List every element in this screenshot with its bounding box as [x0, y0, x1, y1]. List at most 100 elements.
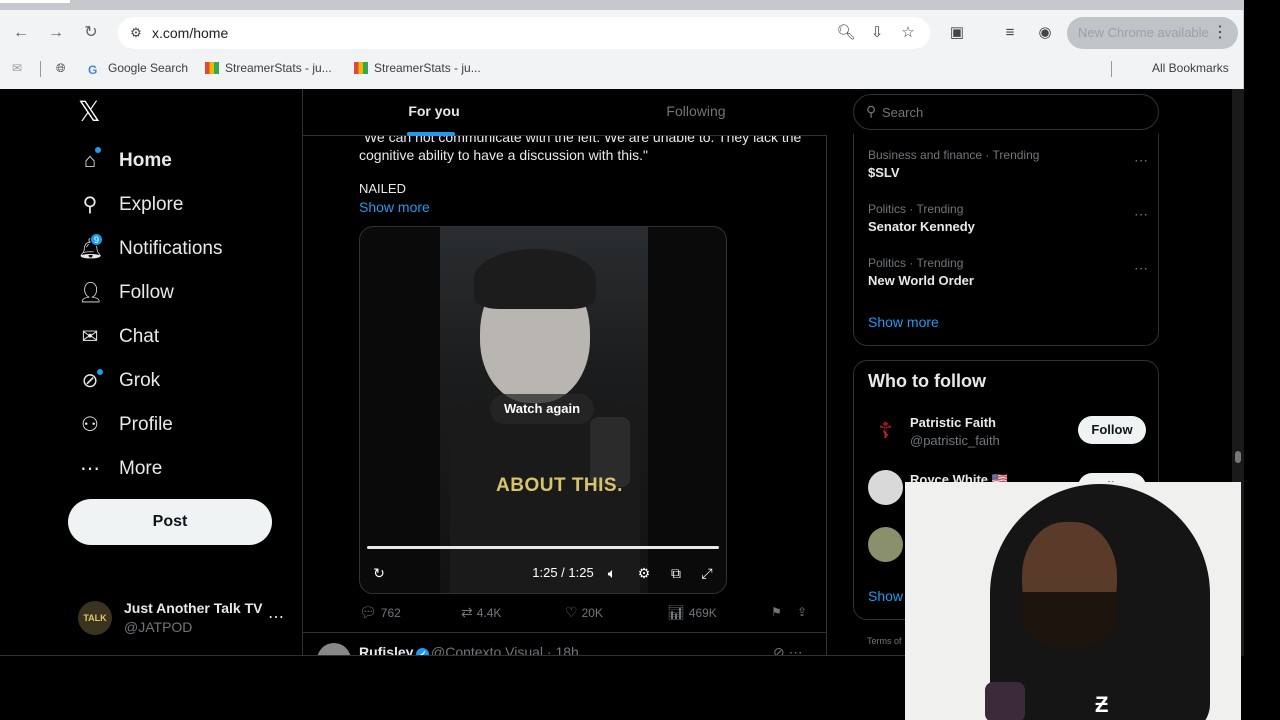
more-icon[interactable]: ⋯ [1134, 260, 1148, 277]
account-switcher[interactable]: TALK Just Another Talk TV @JATPOD ⋯ [78, 595, 288, 635]
fullscreen-icon[interactable]: ⤢ [697, 563, 717, 583]
avatar[interactable] [317, 643, 351, 655]
pip-icon[interactable]: ⧉ [666, 563, 686, 583]
trend-meta: Politics · Trending [868, 202, 964, 216]
repost-button[interactable]: ⇄ 4.4K [461, 601, 501, 623]
video-player[interactable]: ABOUT THIS. Watch again ↻ 1:25 / 1:25 🔈︎… [359, 226, 727, 594]
scrollbar-thumb[interactable] [1235, 451, 1241, 463]
update-chrome-button[interactable]: New Chrome available ⋮ [1067, 17, 1238, 49]
trend-item[interactable]: Politics · Trending New World Order ⋯ [868, 256, 1148, 296]
video-figure-hair [474, 249, 596, 309]
x-logo-icon[interactable]: 𝕏 [78, 98, 104, 126]
timeline: For you Following "We can not communicat… [302, 89, 827, 656]
nav-more[interactable]: ⋯ More [78, 454, 162, 484]
tab-indicator [407, 132, 455, 136]
search-input[interactable]: ⚲ Search [853, 94, 1159, 130]
tab-label: For you [408, 103, 460, 119]
apps-icon[interactable]: ✉ [12, 61, 22, 75]
trend-item[interactable]: Business and finance · Trending $SLV ⋯ [868, 148, 1148, 188]
author-name[interactable]: Rufisley ✓ [359, 644, 430, 656]
bookmark-google-search[interactable]: G Google Search [88, 61, 189, 77]
search-icon: ⚲ [82, 194, 98, 216]
video-progress-bar[interactable] [367, 546, 719, 549]
bookmark-star-icon[interactable]: ☆ [898, 23, 918, 43]
who-to-follow-show-more[interactable]: Show [868, 588, 903, 604]
url-text[interactable]: x.com/home [152, 25, 228, 41]
unread-dot [97, 369, 103, 375]
share-icon[interactable]: ⇪ [797, 601, 807, 623]
follow-button[interactable]: Follow [1078, 416, 1146, 444]
zoom-icon[interactable]: 🔍︎ [836, 23, 856, 43]
tab-for-you[interactable]: For you [303, 89, 565, 136]
nav-explore[interactable]: ⚲ Explore [78, 190, 184, 220]
globe-icon[interactable]: 🌐︎ [56, 61, 66, 76]
views-button[interactable]: 📊︎ 469K [667, 601, 717, 623]
settings-gear-icon[interactable]: ⚙ [634, 563, 654, 583]
nav-label: Follow [119, 282, 174, 303]
media-controls-icon[interactable]: ≡ [999, 22, 1021, 44]
like-button[interactable]: ♡ 20K [565, 601, 603, 623]
tab-following[interactable]: Following [565, 89, 827, 136]
chrome-menu-icon[interactable]: ⋮ [1212, 17, 1228, 49]
verified-badge-icon: ✓ [416, 648, 430, 655]
follow-suggestion[interactable]: ☦ Patristic Faith @patristic_faith Follo… [868, 413, 1148, 453]
trend-item[interactable]: Politics · Trending Senator Kennedy ⋯ [868, 202, 1148, 242]
nav-profile[interactable]: ⚇ Profile [78, 410, 173, 440]
update-label: New Chrome available [1078, 25, 1209, 40]
bookmark-streamerstats-1[interactable]: StreamerStats - ju... [205, 61, 332, 75]
tab-strip [0, 0, 1244, 10]
grok-icon[interactable]: ⊘ ⋯ [773, 644, 803, 655]
nav-grok[interactable]: ⊘ Grok [78, 366, 160, 396]
replay-icon[interactable]: ↻ [369, 563, 389, 583]
bookmark-streamerstats-2[interactable]: StreamerStats - ju... [354, 61, 481, 75]
trend-meta: Business and finance · Trending [868, 148, 1040, 162]
home-icon: ⌂ [78, 147, 102, 173]
views-count: 469K [688, 606, 717, 620]
active-tab[interactable] [0, 0, 70, 3]
more-icon[interactable]: ⋯ [789, 644, 803, 655]
show-more-link[interactable]: Show more [359, 199, 430, 215]
profile-avatar-icon[interactable]: ◉ [1034, 22, 1056, 44]
nav-notifications[interactable]: 🔔︎ 9 Notifications [78, 233, 223, 264]
tweet-text-line: NAILED [359, 181, 406, 196]
tab-search-icon[interactable]: ▣ [946, 22, 968, 44]
address-bar[interactable]: ⚙ x.com/home 🔍︎ ⇩ ☆ [118, 17, 930, 49]
back-button[interactable]: ← [10, 22, 32, 44]
author-handle: @Contexto Visual · 18h [431, 644, 579, 656]
forward-button[interactable]: → [45, 22, 67, 44]
nav-chat[interactable]: ✉ Chat [78, 322, 160, 352]
envelope-icon: ✉ [81, 326, 99, 348]
terms-link[interactable]: Terms of [867, 636, 902, 646]
author-name-text: Rufisley [359, 644, 414, 656]
bookmark-label: Google Search [108, 61, 189, 75]
post-button[interactable]: Post [68, 499, 272, 545]
webcam-person-beard [1022, 592, 1117, 648]
account-more-icon[interactable]: ⋯ [268, 607, 284, 627]
more-icon[interactable]: ⋯ [1134, 206, 1148, 223]
trends-show-more[interactable]: Show more [868, 314, 939, 330]
webcam-microphone [985, 682, 1025, 720]
bookmark-label: StreamerStats - ju... [225, 61, 332, 75]
who-to-follow-title: Who to follow [868, 371, 986, 391]
reload-button[interactable]: ↻ [80, 22, 102, 44]
trend-title: New World Order [868, 273, 974, 288]
video-time: 1:25 / 1:25 [532, 565, 594, 580]
unread-dot [95, 147, 101, 153]
views-bar-icon: 📊︎ [667, 604, 685, 620]
site-settings-icon[interactable]: ⚙ [126, 23, 146, 43]
install-app-icon[interactable]: ⇩ [867, 23, 887, 43]
search-placeholder: Search [882, 105, 924, 120]
next-tweet[interactable]: Rufisley ✓ @Contexto Visual · 18h ⊘ ⋯ [303, 632, 827, 656]
search-icon: ⚲ [866, 103, 877, 119]
more-icon[interactable]: ⋯ [1134, 152, 1148, 169]
like-count: 20K [581, 606, 603, 620]
all-bookmarks[interactable]: All Bookmarks [1152, 61, 1229, 75]
volume-icon[interactable]: 🔈︎ [602, 563, 622, 583]
watch-again-button[interactable]: Watch again [490, 394, 594, 424]
reply-button[interactable]: 💬︎ 762 [359, 601, 401, 623]
nav-home[interactable]: ⌂ Home [78, 146, 172, 176]
nav-label: Home [119, 150, 172, 171]
chart-favicon [354, 62, 368, 74]
nav-follow[interactable]: 👤︎ Follow [78, 278, 174, 308]
bookmark-icon[interactable]: ⚑ [771, 601, 782, 623]
